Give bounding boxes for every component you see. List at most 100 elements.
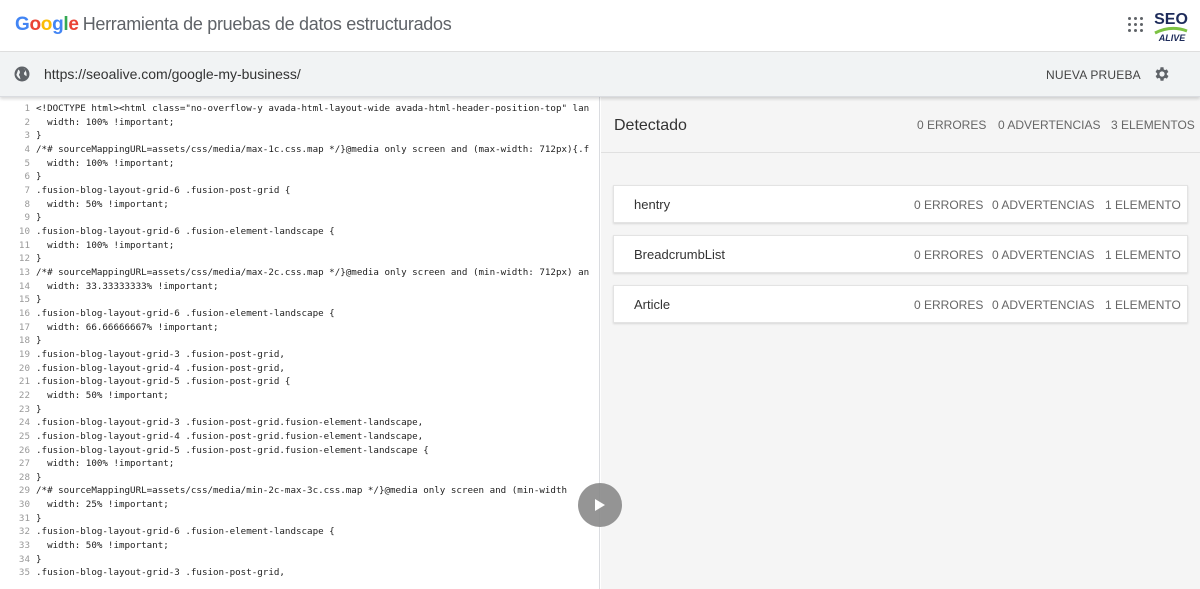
- svg-text:ALIVE: ALIVE: [1158, 33, 1187, 43]
- code-line: 14 width: 33.33333333% !important;: [0, 280, 599, 294]
- code-line: 7 .fusion-blog-layout-grid-6 .fusion-post…: [0, 184, 599, 198]
- code-text: }: [36, 512, 42, 524]
- gear-icon[interactable]: [1153, 65, 1171, 83]
- code-text: width: 50% !important;: [36, 198, 169, 210]
- line-number: 14: [18, 280, 30, 292]
- line-number: 23: [18, 403, 30, 415]
- line-number: 31: [18, 512, 30, 524]
- result-card-breadcrumblist[interactable]: BreadcrumbList 0 ERRORES 0 ADVERTENCIAS …: [613, 235, 1188, 273]
- source-code-panel[interactable]: 1 <!DOCTYPE html><html class="no-overflow…: [0, 97, 600, 589]
- code-text: }: [36, 553, 42, 565]
- card-errors: 0 ERRORES: [914, 248, 984, 262]
- line-number: 16: [18, 307, 30, 319]
- line-number: 11: [18, 239, 30, 251]
- code-text: width: 100% !important;: [36, 157, 175, 169]
- code-text: }: [36, 471, 42, 483]
- code-text: width: 100% !important;: [36, 239, 175, 251]
- app-title: Google Herramienta de pruebas de datos es…: [15, 14, 452, 36]
- code-text: /*# sourceMappingURL=assets/css/media/ma…: [36, 143, 590, 155]
- card-items: 1 ELEMENTO: [1105, 198, 1181, 212]
- line-number: 4: [24, 143, 30, 155]
- line-number: 32: [18, 526, 30, 538]
- code-line: 34}: [0, 553, 599, 567]
- line-number: 13: [18, 266, 30, 278]
- svg-text:SEO: SEO: [1154, 11, 1188, 28]
- card-warnings: 0 ADVERTENCIAS: [992, 248, 1095, 262]
- code-line: 30 width: 25% !important;: [0, 498, 599, 512]
- new-test-button[interactable]: NUEVA PRUEBA: [1046, 68, 1141, 82]
- url-bar: https://seoalive.com/google-my-business/…: [0, 52, 1200, 97]
- code-line: 6}: [0, 170, 599, 184]
- code-text: }: [36, 212, 42, 224]
- code-line: 33 width: 50% !important;: [0, 539, 599, 553]
- code-text: .fusion-blog-layout-grid-5 .fusion-post-…: [36, 444, 429, 456]
- card-name: hentry: [634, 197, 671, 212]
- code-line: 24 .fusion-blog-layout-grid-3 .fusion-pos…: [0, 416, 599, 430]
- code-line: 31}: [0, 512, 599, 526]
- line-number: 1: [24, 103, 30, 114]
- code-line: 3}: [0, 129, 599, 143]
- code-line: 16 .fusion-blog-layout-grid-6 .fusion-ele…: [0, 307, 599, 321]
- line-number: 18: [18, 335, 30, 347]
- results-summary: Detectado 0 ERRORES 0 ADVERTENCIAS 3 ELE…: [601, 97, 1200, 153]
- code-line: 8 width: 50% !important;: [0, 198, 599, 212]
- line-number: 12: [18, 253, 30, 265]
- code-line: 22 width: 50% !important;: [0, 389, 599, 403]
- line-number: 22: [18, 389, 30, 401]
- code-line: 5 width: 100% !important;: [0, 157, 599, 171]
- code-text: .fusion-blog-layout-grid-4 .fusion-post-…: [36, 362, 285, 374]
- results-title: Detectado: [614, 117, 687, 134]
- code-text: .fusion-blog-layout-grid-6 .fusion-eleme…: [36, 225, 335, 237]
- card-name: Article: [634, 297, 671, 312]
- globe-icon: [14, 66, 30, 82]
- line-number: 27: [18, 458, 30, 470]
- code-text: width: 100% !important;: [36, 116, 175, 128]
- code-line: 10 .fusion-blog-layout-grid-6 .fusion-ele…: [0, 225, 599, 239]
- summary-errors: 0 ERRORES: [917, 118, 987, 132]
- summary-warnings: 0 ADVERTENCIAS: [998, 118, 1101, 132]
- card-errors: 0 ERRORES: [914, 198, 984, 212]
- run-test-button[interactable]: [578, 483, 622, 527]
- summary-items: 3 ELEMENTOS: [1111, 118, 1195, 132]
- code-text: .fusion-blog-layout-grid-3 .fusion-post-…: [36, 567, 285, 579]
- line-number: 25: [18, 430, 30, 442]
- line-number: 29: [18, 485, 30, 497]
- code-text: width: 25% !important;: [36, 499, 169, 511]
- code-text: }: [36, 403, 42, 415]
- play-icon: [595, 499, 605, 511]
- code-line: 28}: [0, 471, 599, 485]
- code-text: }: [36, 294, 42, 306]
- line-number: 24: [18, 417, 30, 429]
- line-number: 10: [18, 225, 30, 237]
- code-text: /*# sourceMappingURL=assets/css/media/ma…: [36, 266, 590, 278]
- card-errors: 0 ERRORES: [914, 298, 984, 312]
- code-line: 17 width: 66.66666667% !important;: [0, 321, 599, 335]
- card-warnings: 0 ADVERTENCIAS: [992, 298, 1095, 312]
- code-line: 21 .fusion-blog-layout-grid-5 .fusion-pos…: [0, 375, 599, 389]
- code-text: }: [36, 130, 42, 142]
- code-text: width: 100% !important;: [36, 458, 175, 470]
- app-header: Google Herramienta de pruebas de datos es…: [0, 0, 1200, 52]
- code-text: width: 33.33333333% !important;: [36, 280, 219, 292]
- tool-title: Herramienta de pruebas de datos estructu…: [82, 14, 452, 34]
- card-items: 1 ELEMENTO: [1105, 298, 1181, 312]
- code-line: 12}: [0, 252, 599, 266]
- line-number: 3: [24, 130, 30, 142]
- code-line: 9}: [0, 211, 599, 225]
- result-card-article[interactable]: Article 0 ERRORES 0 ADVERTENCIAS 1 ELEME…: [613, 285, 1188, 323]
- code-text: width: 50% !important;: [36, 389, 169, 401]
- line-number: 5: [24, 157, 30, 169]
- google-logo: Google: [15, 14, 79, 35]
- code-text: .fusion-blog-layout-grid-3 .fusion-post-…: [36, 417, 424, 429]
- code-line: 35 .fusion-blog-layout-grid-3 .fusion-pos…: [0, 566, 599, 580]
- card-items: 1 ELEMENTO: [1105, 248, 1181, 262]
- apps-grid-icon[interactable]: [1128, 17, 1144, 33]
- result-card-hentry[interactable]: hentry 0 ERRORES 0 ADVERTENCIAS 1 ELEMEN…: [613, 185, 1188, 223]
- line-number: 21: [18, 376, 30, 388]
- code-text: .fusion-blog-layout-grid-5 .fusion-post-…: [36, 376, 291, 388]
- code-line: 20 .fusion-blog-layout-grid-4 .fusion-pos…: [0, 362, 599, 376]
- code-line: 2 width: 100% !important;: [0, 116, 599, 130]
- code-line: 1 <!DOCTYPE html><html class="no-overflow…: [0, 102, 599, 116]
- code-text: }: [36, 335, 42, 347]
- line-number: 20: [18, 362, 30, 374]
